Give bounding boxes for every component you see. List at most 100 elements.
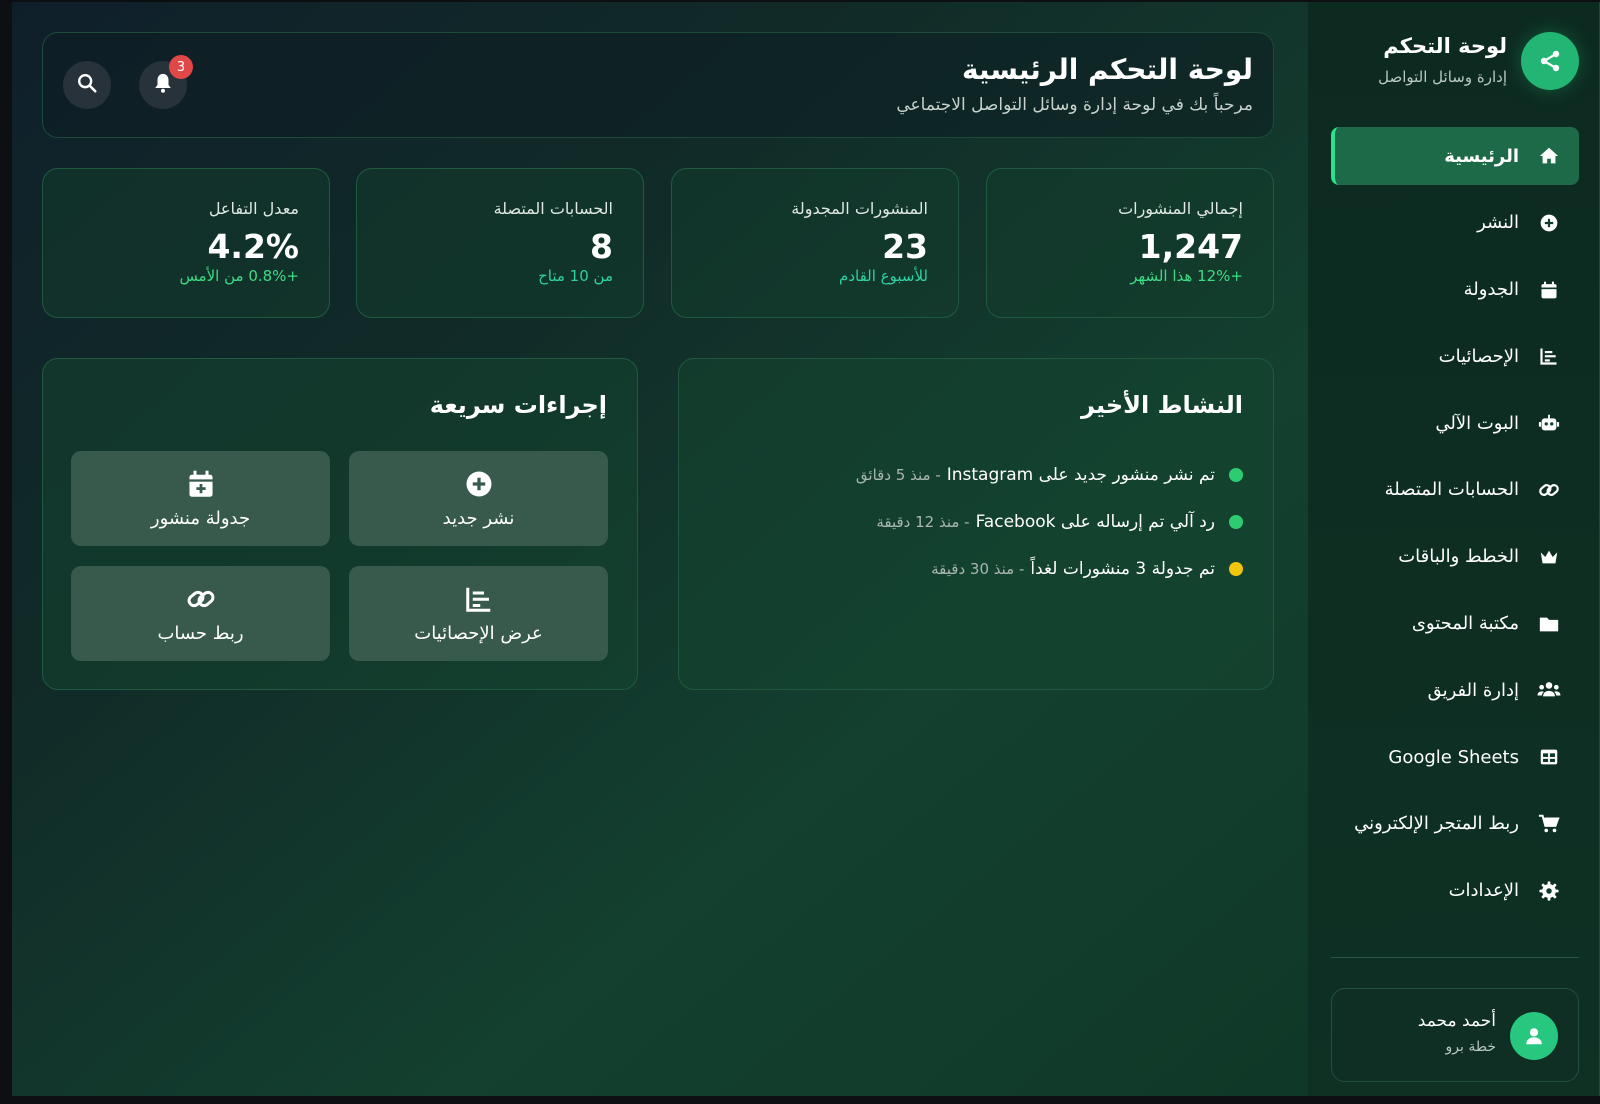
page-header: لوحة التحكم الرئيسية مرحباً بك في لوحة إ…	[42, 32, 1274, 138]
home-icon	[1537, 144, 1561, 168]
new-post-button[interactable]: نشر جديد	[349, 451, 608, 546]
quick-action-label: نشر جديد	[442, 508, 515, 529]
sidebar-item-label: ربط المتجر الإلكتروني	[1354, 813, 1519, 835]
sidebar-item-label: الخطط والباقات	[1398, 546, 1519, 568]
table-icon	[1537, 745, 1561, 769]
bell-icon	[152, 72, 174, 98]
stat-label: معدل التفاعل	[208, 199, 299, 218]
connect-account-button[interactable]: ربط حساب	[71, 566, 330, 661]
search-button[interactable]	[63, 61, 111, 109]
robot-icon	[1537, 411, 1561, 435]
stat-card-scheduled-posts: المنشورات المجدولة 23 للأسبوع القادم	[671, 168, 959, 318]
stat-note: +12% هذا الشهر	[1130, 267, 1243, 285]
sidebar-item-label: الرئيسية	[1444, 145, 1519, 167]
link-icon	[1537, 478, 1561, 502]
quick-action-label: عرض الإحصائيات	[414, 623, 543, 644]
panel-title: إجراءات سريعة	[429, 391, 607, 419]
page-subtitle: مرحباً بك في لوحة إدارة وسائل التواصل ال…	[896, 95, 1253, 115]
recent-activity-panel: النشاط الأخير تم نشر منشور جديد على Inst…	[678, 358, 1274, 690]
status-dot	[1229, 514, 1243, 529]
sidebar-item-label: الإحصائيات	[1438, 345, 1519, 367]
page-title: لوحة التحكم الرئيسية	[961, 53, 1253, 86]
sidebar-item-home[interactable]: الرئيسية	[1331, 127, 1579, 185]
status-dot	[1229, 561, 1243, 576]
quick-actions-panel: إجراءات سريعة نشر جديد جدولة منشور عرض ا…	[42, 358, 638, 690]
gear-icon	[1537, 879, 1561, 903]
share-icon	[1521, 32, 1579, 90]
chart-icon	[1537, 344, 1561, 368]
stat-card-connected-accounts: الحسابات المتصلة 8 من 10 متاح	[356, 168, 644, 318]
brand: لوحة التحكم إدارة وسائل التواصل	[1319, 30, 1579, 92]
sidebar-item-label: الجدولة	[1463, 279, 1519, 301]
sidebar-item-label: الحسابات المتصلة	[1384, 479, 1519, 501]
sidebar-item-label: مكتبة المحتوى	[1411, 613, 1519, 635]
sidebar-item-label: إدارة الفريق	[1427, 679, 1519, 701]
stat-note: من 10 متاح	[538, 267, 613, 285]
activity-time: - منذ 12 دقيقة	[876, 512, 970, 531]
plus-circle-icon	[1537, 211, 1561, 235]
cart-icon	[1537, 812, 1561, 836]
sidebar-item-publish[interactable]: النشر	[1331, 194, 1579, 252]
stat-value: 4.2%	[207, 227, 299, 266]
calendar-plus-icon	[187, 468, 215, 500]
schedule-post-button[interactable]: جدولة منشور	[71, 451, 330, 546]
activity-text: رد آلي تم إرساله على Facebook	[975, 511, 1215, 532]
sidebar: لوحة التحكم إدارة وسائل التواصل الرئيسية…	[1308, 2, 1600, 1096]
activity-item: رد آلي تم إرساله على Facebook - منذ 12 د…	[683, 498, 1243, 545]
sidebar-item-statistics[interactable]: الإحصائيات	[1331, 327, 1579, 385]
plus-circle-icon	[464, 468, 494, 500]
activity-item: تم جدولة 3 منشورات لغداً - منذ 30 دقيقة	[683, 545, 1243, 592]
sidebar-item-team[interactable]: إدارة الفريق	[1331, 661, 1579, 719]
status-dot	[1229, 467, 1243, 482]
sidebar-divider	[1331, 957, 1579, 958]
folder-icon	[1537, 612, 1561, 636]
view-statistics-button[interactable]: عرض الإحصائيات	[349, 566, 608, 661]
brand-subtitle: إدارة وسائل التواصل	[1378, 68, 1507, 86]
activity-text: تم جدولة 3 منشورات لغداً	[1030, 558, 1215, 579]
stat-value: 8	[590, 227, 613, 266]
panel-title: النشاط الأخير	[1081, 391, 1243, 419]
activity-item: تم نشر منشور جديد على Instagram - منذ 5 …	[683, 451, 1243, 498]
activity-time: - منذ 30 دقيقة	[931, 559, 1025, 578]
user-name: أحمد محمد	[1417, 1011, 1496, 1031]
sidebar-nav: الرئيسية النشر الجدولة الإحصائيات البوت …	[1331, 127, 1579, 929]
sidebar-item-schedule[interactable]: الجدولة	[1331, 261, 1579, 319]
activity-text: تم نشر منشور جديد على Instagram	[946, 464, 1215, 485]
stat-note: للأسبوع القادم	[839, 267, 928, 285]
quick-action-label: ربط حساب	[157, 623, 244, 644]
users-icon	[1537, 678, 1561, 702]
link-icon	[184, 583, 218, 615]
stat-label: إجمالي المنشورات	[1118, 199, 1243, 218]
activity-time: - منذ 5 دقائق	[855, 465, 941, 484]
sidebar-item-settings[interactable]: الإعدادات	[1331, 862, 1579, 920]
notifications-button[interactable]: 3	[139, 55, 193, 109]
sidebar-item-plans[interactable]: الخطط والباقات	[1331, 528, 1579, 586]
user-plan: خطة برو	[1445, 1039, 1496, 1055]
sidebar-item-label: الإعدادات	[1448, 880, 1519, 902]
stat-card-total-posts: إجمالي المنشورات 1,247 +12% هذا الشهر	[986, 168, 1274, 318]
stat-value: 23	[882, 227, 928, 266]
brand-title: لوحة التحكم	[1383, 34, 1507, 58]
search-icon	[76, 72, 98, 98]
activity-list: تم نشر منشور جديد على Instagram - منذ 5 …	[683, 451, 1243, 592]
user-icon	[1510, 1012, 1558, 1060]
sidebar-item-content-library[interactable]: مكتبة المحتوى	[1331, 595, 1579, 653]
stat-label: المنشورات المجدولة	[791, 199, 928, 218]
sidebar-item-label: النشر	[1477, 212, 1519, 234]
sidebar-item-bot[interactable]: البوت الآلي	[1331, 394, 1579, 452]
sidebar-item-connected-accounts[interactable]: الحسابات المتصلة	[1331, 461, 1579, 519]
quick-action-label: جدولة منشور	[150, 508, 251, 529]
calendar-icon	[1537, 278, 1561, 302]
chart-icon	[464, 583, 494, 615]
app-window: لوحة التحكم إدارة وسائل التواصل الرئيسية…	[12, 2, 1600, 1096]
notification-badge: 3	[169, 55, 193, 79]
user-card[interactable]: أحمد محمد خطة برو	[1331, 988, 1579, 1082]
crown-icon	[1537, 545, 1561, 569]
stat-note: +0.8% من الأمس	[179, 267, 299, 285]
stat-card-engagement-rate: معدل التفاعل 4.2% +0.8% من الأمس	[42, 168, 330, 318]
sidebar-item-label: Google Sheets	[1388, 746, 1519, 768]
sidebar-item-store[interactable]: ربط المتجر الإلكتروني	[1331, 795, 1579, 853]
stat-value: 1,247	[1138, 227, 1243, 266]
sidebar-item-label: البوت الآلي	[1435, 412, 1519, 434]
sidebar-item-google-sheets[interactable]: Google Sheets	[1331, 728, 1579, 786]
